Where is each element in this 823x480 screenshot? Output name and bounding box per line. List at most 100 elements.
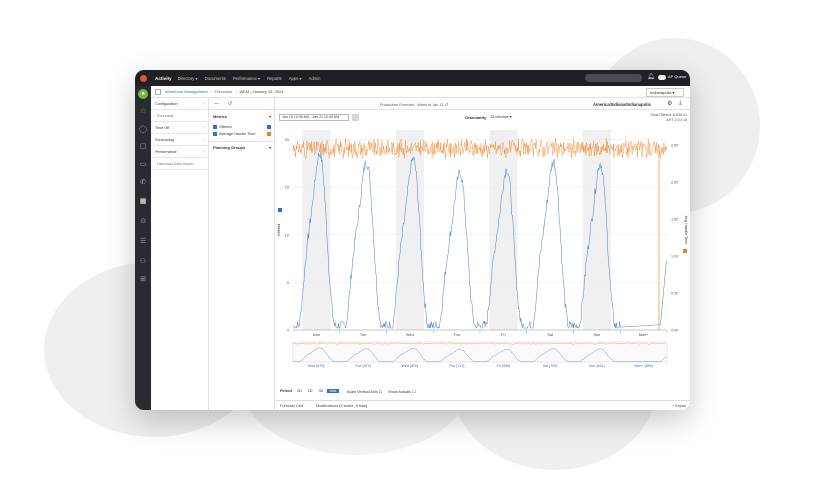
chevron-down-icon: ▾ (268, 145, 271, 150)
sidebar-item-historical-data-import[interactable]: Historical Data Import (151, 158, 208, 170)
total-offered: Total Offered: 6,835.41 (650, 113, 688, 117)
sidebar-item-label: Performance (155, 149, 177, 154)
legend-swatch-offered (278, 208, 282, 212)
timezone-select-value: Indianapolis (650, 90, 672, 95)
video-icon[interactable]: ▭ (138, 160, 148, 170)
nav-reports[interactable]: Reports (267, 76, 282, 81)
location-label: America/Indiana/Indianapolis (593, 102, 651, 107)
breadcrumb-separator: / (235, 89, 237, 94)
forecast-header: Production Forecast - Week of Jan 15 ↺ A… (275, 98, 690, 110)
app-window: Activity Directory ▾ Documents Performan… (135, 70, 690, 410)
metric-checkbox-offered[interactable]: Offered (209, 123, 274, 130)
period-1d-button[interactable]: 1D (295, 389, 304, 393)
document-icon[interactable]: ▢ (138, 142, 148, 152)
refresh-icon[interactable]: ↺ (228, 101, 232, 107)
y-tick-right: 2.50 (671, 143, 678, 147)
sidebar-item-scheduling[interactable]: Scheduling › (151, 134, 208, 146)
y-tick-right: 0.00 (671, 329, 678, 333)
checkbox-icon[interactable] (213, 131, 217, 136)
download-icon[interactable]: ⤓ (679, 100, 682, 107)
left-icon-rail: ● ☆ ◯ ▢ ▭ ✆ ▦ ⊙ ☰ ⚇ ⊞ (135, 86, 151, 410)
tab-modifications[interactable]: Modifications (5 active, 5 total) (316, 404, 367, 408)
period-label: Period (280, 389, 292, 393)
scale-vertical-axis-checkbox[interactable]: Scale Vertical Axis ☐ (347, 389, 383, 394)
planning-groups-label: Planning Groups (213, 145, 246, 150)
nav-performance[interactable]: Performance ▾ (233, 76, 260, 81)
breadcrumb-current: WEM / January 15, 2024 (239, 89, 284, 94)
chat-icon[interactable]: ◯ (138, 125, 148, 135)
period-3d-button[interactable]: 3D (317, 389, 326, 393)
timezone-select[interactable]: Indianapolis ▾ (646, 88, 684, 97)
user-status[interactable]: AP Queue (668, 74, 686, 79)
app-logo[interactable] (135, 70, 151, 86)
avatar-icon[interactable]: ● (138, 89, 148, 99)
nav-documents[interactable]: Documents (205, 76, 226, 81)
bell-icon[interactable]: 🔔︎ (647, 73, 655, 80)
x-tick-label: Tue (360, 333, 366, 337)
sidebar-item-label: Time Off (155, 125, 170, 130)
breadcrumb-workforce-management[interactable]: Workforce Management (165, 89, 208, 94)
show-actuals-checkbox[interactable]: Show Actuals ☐ (388, 389, 415, 394)
y-tick-left: 0 (287, 329, 289, 333)
sidebar-item-forecasts[interactable]: Forecasts (151, 110, 208, 122)
y-tick-right: 0.50 (671, 291, 678, 295)
nav-apps[interactable]: Apps ▾ (289, 76, 302, 81)
date-range-input[interactable]: Jan 15 12:00 AM - Jan 21 12:00 AM (279, 114, 349, 121)
checkbox-label: Show Actuals (388, 389, 411, 394)
y-tick-right: 1.50 (671, 217, 678, 221)
chevron-down-icon: ▾ (268, 114, 271, 119)
settings-icon[interactable]: ⚙ (667, 100, 672, 107)
nav-directory[interactable]: Directory ▾ (178, 76, 198, 81)
checkbox-icon[interactable] (213, 124, 217, 129)
overview-label: Tue (874) (355, 364, 370, 368)
top-nav-menu: Directory ▾ Documents Performance ▾ Repo… (178, 76, 328, 81)
x-tick-label: Thu (453, 333, 460, 337)
star-icon[interactable]: ☆ (138, 107, 148, 117)
people-icon[interactable]: ⚇ (138, 257, 148, 267)
overview-label: Sat (703) (543, 364, 558, 368)
sidebar-item-performance[interactable]: Performance › (151, 146, 208, 158)
overview-label: Thu (713) (449, 364, 465, 368)
home-icon[interactable] (155, 88, 161, 95)
app-title[interactable]: Activity (155, 76, 172, 81)
phone-icon[interactable]: ✆ (138, 178, 148, 188)
list-icon[interactable]: ☰ (138, 237, 148, 247)
metric-label: Average Handle Time (219, 131, 256, 136)
x-tick-label: Sun (593, 333, 600, 337)
contacts-icon[interactable]: ⊙ (138, 217, 148, 227)
search-input[interactable] (585, 74, 642, 82)
expand-button[interactable]: ^ Expan (672, 404, 686, 408)
period-max-button[interactable]: Max (327, 389, 339, 393)
day-band (395, 130, 424, 330)
overview-label: Mon (879) (308, 364, 324, 368)
nav-admin[interactable]: Admin (309, 76, 321, 81)
chevron-right-icon: › (202, 125, 204, 130)
bottom-tabs: Forecast Grid Modifications (5 active, 5… (275, 400, 690, 410)
sidebar-item-time-off[interactable]: Time Off › (151, 122, 208, 134)
planning-groups-section[interactable]: Planning Groups ▾ (209, 141, 274, 152)
forecast-chart[interactable]: 0 5 10 15 20 0.00 0.50 1.00 1.50 2.00 2.50 Offered A… (275, 124, 690, 389)
tab-forecast-grid[interactable]: Forecast Grid (280, 404, 303, 408)
apps-icon[interactable]: ⊞ (138, 275, 148, 285)
chevron-right-icon: › (202, 101, 204, 106)
calendar-button[interactable] (352, 114, 359, 121)
granularity-select[interactable]: 15 minutes ▾ (490, 114, 524, 121)
sidebar-item-label: Scheduling (155, 137, 174, 142)
legend-swatch-aht (683, 249, 687, 253)
metrics-heading[interactable]: Metrics ▾ (209, 110, 274, 123)
sidebar-item-configuration[interactable]: Configuration › (151, 98, 208, 110)
x-tick-label: Mon (313, 333, 320, 337)
chart-svg[interactable]: 0 5 10 15 20 0.00 0.50 1.00 1.50 2.00 2.50 Offered A… (275, 124, 690, 384)
metric-checkbox-aht[interactable]: Average Handle Time (209, 130, 274, 137)
day-band (582, 130, 611, 330)
calendar-icon[interactable]: ▦ (138, 197, 148, 207)
breadcrumb-forecasts[interactable]: Forecasts (215, 89, 233, 94)
metrics-toolbar: — ↺ (209, 98, 274, 110)
period-2d-button[interactable]: 2D (306, 389, 315, 393)
checkbox-label: Scale Vertical Axis (346, 389, 378, 394)
chevron-right-icon: › (202, 149, 204, 154)
metrics-heading-label: Metrics (213, 114, 228, 119)
collapse-icon[interactable]: — (214, 101, 219, 107)
overview-label: Fri (959) (497, 364, 511, 368)
status-toggle[interactable] (658, 75, 666, 80)
